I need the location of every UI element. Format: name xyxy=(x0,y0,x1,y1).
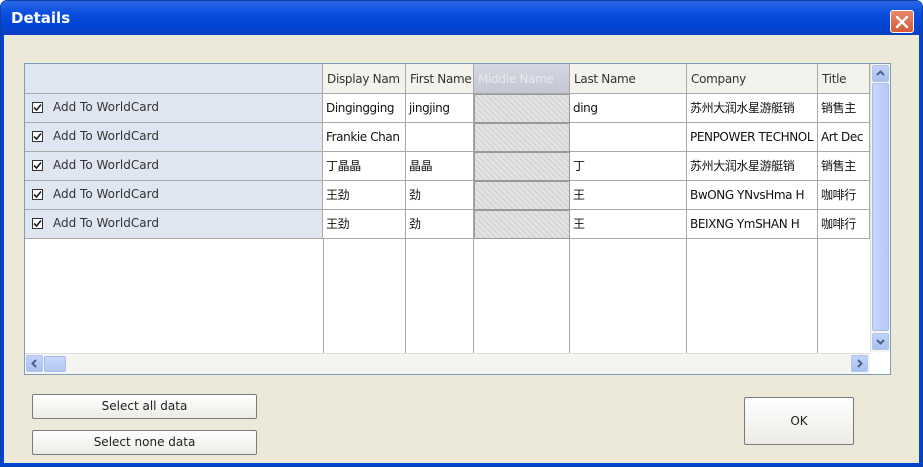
column-divider xyxy=(473,239,474,353)
column-header-company[interactable]: Company xyxy=(687,64,818,94)
cell-company[interactable]: 苏州大润水星游艇销 xyxy=(687,152,818,181)
cell-last-name[interactable]: 王 xyxy=(570,181,687,210)
select-none-data-button[interactable]: Select none data xyxy=(32,430,257,455)
chevron-up-icon xyxy=(876,70,885,76)
cell-middle-name xyxy=(474,123,570,152)
column-divider xyxy=(686,239,687,353)
close-button[interactable] xyxy=(890,10,914,33)
checkbox-label: Add To WorldCard xyxy=(53,129,159,143)
add-to-worldcard-checkbox[interactable] xyxy=(32,189,43,200)
row-header: Add To WorldCard xyxy=(25,123,323,152)
checkmark-icon xyxy=(33,190,42,199)
dialog-title: Details xyxy=(11,9,71,27)
cell-display-name[interactable]: 王劲 xyxy=(323,181,406,210)
cell-first-name[interactable]: 晶晶 xyxy=(406,152,474,181)
close-icon xyxy=(895,15,909,29)
cell-last-name[interactable]: 王 xyxy=(570,210,687,239)
cell-company[interactable]: BEIXNG YmSHAN H xyxy=(687,210,818,239)
cell-middle-name xyxy=(474,94,570,123)
scroll-down-button[interactable] xyxy=(872,333,889,350)
column-header-first-name[interactable]: First Name xyxy=(406,64,474,94)
checkmark-icon xyxy=(33,103,42,112)
checkbox-label: Add To WorldCard xyxy=(53,187,159,201)
column-divider xyxy=(323,239,324,353)
cell-title[interactable]: Art Dec xyxy=(818,123,870,152)
column-divider xyxy=(405,239,406,353)
row-header: Add To WorldCard xyxy=(25,152,323,181)
checkmark-icon xyxy=(33,161,42,170)
scroll-left-button[interactable] xyxy=(26,355,43,372)
vertical-scrollbar[interactable] xyxy=(870,64,890,352)
checkbox-label: Add To WorldCard xyxy=(53,158,159,172)
cell-first-name[interactable]: jingjing xyxy=(406,94,474,123)
cell-first-name[interactable]: 劲 xyxy=(406,210,474,239)
cell-first-name[interactable] xyxy=(406,123,474,152)
add-to-worldcard-checkbox[interactable] xyxy=(32,131,43,142)
add-to-worldcard-checkbox[interactable] xyxy=(32,160,43,171)
horizontal-scrollbar[interactable] xyxy=(25,353,870,374)
chevron-right-icon xyxy=(857,359,863,368)
scroll-up-button[interactable] xyxy=(872,65,889,82)
cell-middle-name xyxy=(474,152,570,181)
cell-last-name[interactable]: ding xyxy=(570,94,687,123)
column-header-middle-name[interactable]: Middle Name xyxy=(474,64,570,94)
cell-middle-name xyxy=(474,181,570,210)
checkmark-icon xyxy=(33,219,42,228)
cell-last-name[interactable]: 丁 xyxy=(570,152,687,181)
horizontal-scroll-thumb[interactable] xyxy=(44,356,66,372)
checkbox-label: Add To WorldCard xyxy=(53,100,159,114)
add-to-worldcard-checkbox[interactable] xyxy=(32,102,43,113)
cell-title[interactable]: 销售主 xyxy=(818,94,870,123)
chevron-down-icon xyxy=(876,339,885,345)
row-header: Add To WorldCard xyxy=(25,94,323,123)
cell-display-name[interactable]: 丁晶晶 xyxy=(323,152,406,181)
column-header-last-name[interactable]: Last Name xyxy=(570,64,687,94)
cell-display-name[interactable]: 王劲 xyxy=(323,210,406,239)
cell-middle-name xyxy=(474,210,570,239)
cell-display-name[interactable]: Dingingging xyxy=(323,94,406,123)
cell-title[interactable]: 咖啡行 xyxy=(818,181,870,210)
cell-company[interactable]: PENPOWER TECHNOL xyxy=(687,123,818,152)
cell-first-name[interactable]: 劲 xyxy=(406,181,474,210)
add-to-worldcard-checkbox[interactable] xyxy=(32,218,43,229)
cell-last-name[interactable] xyxy=(570,123,687,152)
title-bar[interactable]: Details xyxy=(1,1,922,35)
details-grid[interactable]: Display Nam First Name Middle Name Last … xyxy=(24,63,891,375)
ok-button[interactable]: OK xyxy=(744,397,854,445)
select-all-data-button[interactable]: Select all data xyxy=(32,394,257,419)
row-header: Add To WorldCard xyxy=(25,210,323,239)
cell-display-name[interactable]: Frankie Chan xyxy=(323,123,406,152)
checkmark-icon xyxy=(33,132,42,141)
vertical-scroll-thumb[interactable] xyxy=(872,83,889,331)
cell-title[interactable]: 咖啡行 xyxy=(818,210,870,239)
column-divider xyxy=(569,239,570,353)
chevron-left-icon xyxy=(31,359,37,368)
checkbox-label: Add To WorldCard xyxy=(53,216,159,230)
cell-company[interactable]: 苏州大润水星游艇销 xyxy=(687,94,818,123)
details-dialog: Details Display Nam First Name Middle Na… xyxy=(0,0,923,467)
grid-corner-header xyxy=(25,64,323,94)
cell-company[interactable]: BwONG YNvsHma H xyxy=(687,181,818,210)
scroll-right-button[interactable] xyxy=(851,355,868,372)
column-header-title[interactable]: Title xyxy=(818,64,870,94)
cell-title[interactable]: 销售主 xyxy=(818,152,870,181)
column-header-display-name[interactable]: Display Nam xyxy=(323,64,406,94)
column-divider xyxy=(817,239,818,353)
row-header: Add To WorldCard xyxy=(25,181,323,210)
